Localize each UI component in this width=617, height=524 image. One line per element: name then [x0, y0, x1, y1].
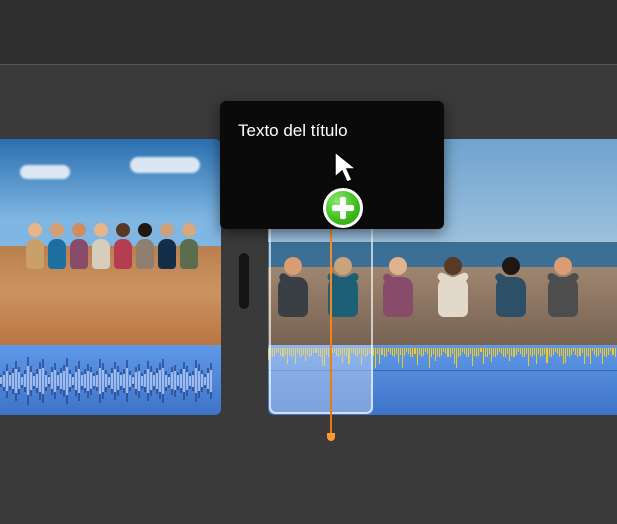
title-preview-label: Texto del título [238, 121, 348, 140]
add-plus-icon [323, 188, 363, 228]
playhead-cap [327, 433, 335, 441]
clip-thumbnail[interactable] [0, 139, 221, 345]
toolbar-area [0, 0, 617, 64]
clip-audio-track[interactable] [0, 345, 221, 415]
timeline-clip[interactable] [0, 139, 221, 415]
audio-midline [268, 370, 617, 371]
clip-audio-track[interactable] [268, 345, 617, 415]
timeline[interactable]: Texto del título [0, 65, 617, 524]
audio-peaks [268, 348, 617, 368]
clip-gap-handle[interactable] [239, 253, 249, 309]
audio-waveform-overlay [0, 354, 221, 407]
